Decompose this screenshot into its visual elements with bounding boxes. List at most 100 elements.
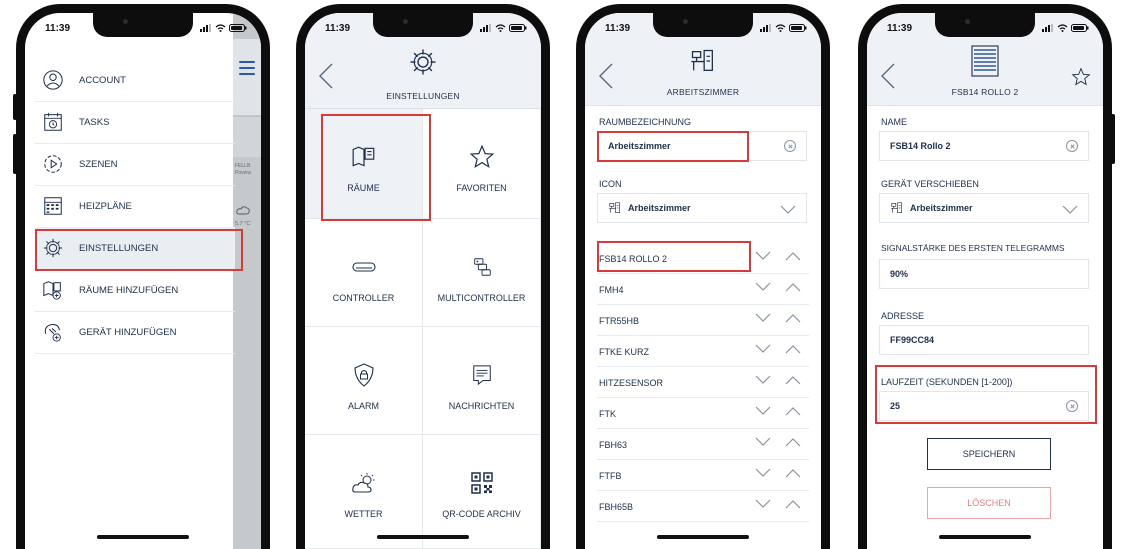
controller-icon [351,255,377,279]
star-icon[interactable] [1071,67,1091,87]
chevron-up-icon[interactable] [785,437,801,447]
device-name: FBH63 [599,440,628,450]
status-icons [200,24,247,32]
name-field[interactable]: FSB14 Rollo 2 [879,131,1089,161]
device-row[interactable]: FMH4 [597,274,809,305]
device-row[interactable]: FSB14 ROLLO 2 [597,243,809,274]
home-indicator [657,535,749,539]
chevron-down-icon [780,205,796,215]
menu-label: ACCOUNT [79,74,126,86]
menu-item-heating-plans[interactable]: HEIZPLÄNE [35,185,235,228]
move-device-select[interactable]: Arbeitszimmer [879,193,1089,223]
screen-settings: 11:39 EINSTELLUNGEN RÄUME FAVORITEN CONT… [305,13,541,549]
tile-weather[interactable]: WETTER [305,435,423,549]
icon-value: Arbeitszimmer [628,203,691,213]
tile-controller[interactable]: CONTROLLER [305,219,423,327]
chevron-down-icon[interactable] [755,406,771,416]
icon-select[interactable]: Arbeitszimmer [597,193,807,223]
menu-label: GERÄT HINZUFÜGEN [79,326,177,338]
room-name-value: Arbeitszimmer [608,141,671,151]
device-row[interactable]: FTR55HB [597,305,809,336]
tile-label: CONTROLLER [332,293,395,303]
runtime-field[interactable]: 25 [879,391,1089,421]
menu-label: RÄUME HINZUFÜGEN [79,284,179,296]
status-time: 11:39 [887,23,913,34]
home-indicator [97,535,189,539]
tile-favorites[interactable]: FAVORITEN [423,109,541,219]
device-row[interactable]: FBH65B [597,491,809,522]
tile-messages[interactable]: NACHRICHTEN [423,327,541,435]
tile-label: WETTER [344,509,383,519]
chevron-up-icon[interactable] [785,282,801,292]
signal-icon [480,24,491,32]
menu-item-add-rooms[interactable]: RÄUME HINZUFÜGEN [35,269,235,312]
back-chevron-icon[interactable] [319,63,333,89]
signal-strength-value: 90% [890,269,909,279]
room-name-label: RAUMBEZEICHNUNG [599,117,692,127]
menu-item-tasks[interactable]: TASKS [35,101,235,144]
tile-multicontroller[interactable]: MULTICONTROLLER [423,219,541,327]
status-time: 11:39 [605,23,631,34]
phone-frame-3: 11:39 ARBEITSZIMMER RAUMBEZEICHNUNG Arbe… [576,4,830,549]
battery-icon [229,24,247,32]
chevron-down-icon[interactable] [755,344,771,354]
delete-button[interactable]: LÖSCHEN [927,487,1051,519]
menu-item-scenes[interactable]: SZENEN [35,143,235,186]
wifi-icon [775,24,786,32]
device-row[interactable]: FTK [597,398,809,429]
device-row[interactable]: FBH63 [597,429,809,460]
back-chevron-icon[interactable] [599,63,613,89]
chevron-up-icon[interactable] [785,406,801,416]
menu-item-add-device[interactable]: GERÄT HINZUFÜGEN [35,311,235,354]
weather-icon [351,471,377,495]
cloud-icon [236,206,250,215]
device-name: FTK [599,409,616,419]
battery-icon [789,24,807,32]
chevron-up-icon[interactable] [785,468,801,478]
clear-icon[interactable] [1066,400,1078,412]
qr-code-icon [470,471,493,495]
menu-item-settings[interactable]: EINSTELLUNGEN [35,227,235,270]
multicontroller-icon [471,255,493,279]
rooms-icon [351,145,377,169]
back-chevron-icon[interactable] [881,63,895,89]
device-row[interactable]: FTFB [597,460,809,491]
menu-label: HEIZPLÄNE [79,200,132,212]
notch [373,13,473,37]
room-name-field[interactable]: Arbeitszimmer [597,131,807,161]
chevron-up-icon[interactable] [785,251,801,261]
clear-icon[interactable] [1066,140,1078,152]
tile-qr-archive[interactable]: QR-CODE ARCHIV [423,435,541,549]
signal-icon [1042,24,1053,32]
chevron-down-icon[interactable] [755,282,771,292]
device-row[interactable]: FTKE KURZ [597,336,809,367]
screen-menu: 11:39 FELLB Povera 5.7 °C ACCOUNT TASKS [25,13,261,549]
wifi-icon [215,24,226,32]
menu-label: EINSTELLUNGEN [79,242,159,254]
home-indicator [377,535,469,539]
chevron-up-icon[interactable] [785,499,801,509]
hamburger-menu-icon[interactable] [233,39,261,115]
save-button[interactable]: SPEICHERN [927,438,1051,470]
page-title: ARBEITSZIMMER [666,87,740,97]
chevron-down-icon[interactable] [755,468,771,478]
chevron-down-icon[interactable] [755,313,771,323]
tasks-icon [41,110,65,134]
tile-alarm[interactable]: ALARM [305,327,423,435]
chevron-up-icon[interactable] [785,344,801,354]
chevron-down-icon[interactable] [755,437,771,447]
status-time: 11:39 [325,23,351,34]
device-row[interactable]: HITZESENSOR [597,367,809,398]
chevron-down-icon[interactable] [755,375,771,385]
tile-rooms[interactable]: RÄUME [305,109,423,219]
chevron-up-icon[interactable] [785,313,801,323]
account-icon [41,68,65,92]
chevron-up-icon[interactable] [785,375,801,385]
menu-item-account[interactable]: ACCOUNT [35,59,235,102]
name-value: FSB14 Rollo 2 [890,141,951,151]
clear-icon[interactable] [784,140,796,152]
message-icon [471,363,493,387]
chevron-down-icon[interactable] [755,499,771,509]
desk-icon [689,47,717,75]
chevron-down-icon[interactable] [755,251,771,261]
